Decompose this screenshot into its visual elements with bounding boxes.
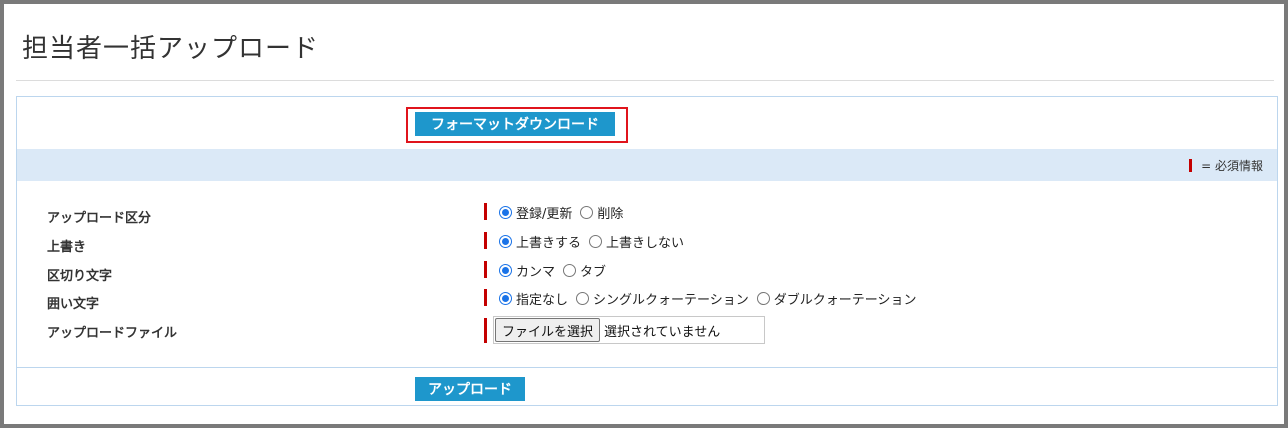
radio-overwrite-yes[interactable]: 上書きする <box>499 232 581 251</box>
radio-label: 指定なし <box>516 293 569 308</box>
form-row-upload-type: アップロード区分 登録/更新 削除 <box>17 201 1277 229</box>
required-marker-icon <box>484 261 487 278</box>
form-row-upload-file: アップロードファイル ファイルを選択 選択されていません <box>17 316 1277 344</box>
radio-label: 削除 <box>597 207 624 222</box>
required-legend: = 必須情報 <box>1189 157 1263 174</box>
choose-file-button[interactable]: ファイルを選択 <box>495 318 601 342</box>
window-frame: 担当者一括アップロード フォーマットダウンロード = 必須情報 アップロード区分… <box>0 0 1288 428</box>
required-marker-icon <box>1189 159 1193 172</box>
radio-unchecked-icon[interactable] <box>589 235 603 248</box>
radio-label: シングルクォーテーション <box>593 293 749 308</box>
radio-label: 登録/更新 <box>516 207 573 222</box>
overwrite-label: 上書き <box>47 240 87 255</box>
file-status-text: 選択されていません <box>604 324 721 340</box>
overwrite-radio-group: 上書きする 上書きしない <box>499 232 692 251</box>
format-download-button[interactable]: フォーマットダウンロード <box>415 112 615 136</box>
required-legend-band: = 必須情報 <box>17 149 1277 181</box>
form-row-enclosure: 囲い文字 指定なし シングルクォーテーション ダブルクォーテーション <box>17 287 1277 315</box>
radio-label: ダブルクォーテーション <box>773 293 917 308</box>
radio-checked-icon[interactable] <box>499 206 512 219</box>
required-marker-icon <box>484 232 487 249</box>
required-marker-icon <box>484 203 487 220</box>
delimiter-radio-group: カンマ タブ <box>499 261 614 280</box>
radio-label: タブ <box>580 265 607 280</box>
radio-checked-icon[interactable] <box>499 292 512 305</box>
radio-register-update[interactable]: 登録/更新 <box>499 203 572 222</box>
radio-unchecked-icon[interactable] <box>580 206 594 219</box>
radio-delete[interactable]: 削除 <box>580 203 623 222</box>
radio-label: カンマ <box>516 265 556 280</box>
enclosure-label: 囲い文字 <box>47 297 100 312</box>
radio-overwrite-no[interactable]: 上書きしない <box>589 232 684 251</box>
radio-label: 上書きする <box>516 236 582 251</box>
page-title: 担当者一括アップロード <box>22 34 320 64</box>
radio-unchecked-icon[interactable] <box>756 292 770 305</box>
footer-divider <box>17 367 1277 368</box>
form-row-delimiter: 区切り文字 カンマ タブ <box>17 259 1277 287</box>
upload-button[interactable]: アップロード <box>415 377 525 401</box>
radio-single-quote[interactable]: シングルクォーテーション <box>576 289 749 308</box>
delimiter-label: 区切り文字 <box>47 269 113 284</box>
upload-form-panel: フォーマットダウンロード = 必須情報 アップロード区分 登録/更新 削除 上書… <box>16 96 1278 406</box>
radio-double-quote[interactable]: ダブルクォーテーション <box>756 289 917 308</box>
radio-tab[interactable]: タブ <box>563 261 606 280</box>
radio-none[interactable]: 指定なし <box>499 289 568 308</box>
radio-comma[interactable]: カンマ <box>499 261 555 280</box>
radio-unchecked-icon[interactable] <box>576 292 590 305</box>
upload-file-label: アップロードファイル <box>47 326 178 341</box>
upload-type-label: アップロード区分 <box>47 211 152 226</box>
required-marker-icon <box>484 289 487 306</box>
form-row-overwrite: 上書き 上書きする 上書きしない <box>17 230 1277 258</box>
file-input[interactable]: ファイルを選択 選択されていません <box>493 316 765 344</box>
radio-label: 上書きしない <box>606 236 685 251</box>
upload-type-radio-group: 登録/更新 削除 <box>499 203 631 222</box>
required-marker-icon <box>484 318 487 343</box>
radio-unchecked-icon[interactable] <box>563 264 577 277</box>
required-legend-text: = 必須情報 <box>1201 159 1263 173</box>
radio-checked-icon[interactable] <box>499 264 512 277</box>
format-download-row: フォーマットダウンロード <box>17 97 1277 149</box>
radio-checked-icon[interactable] <box>499 235 512 248</box>
enclosure-radio-group: 指定なし シングルクォーテーション ダブルクォーテーション <box>499 289 925 308</box>
title-divider <box>16 80 1274 81</box>
